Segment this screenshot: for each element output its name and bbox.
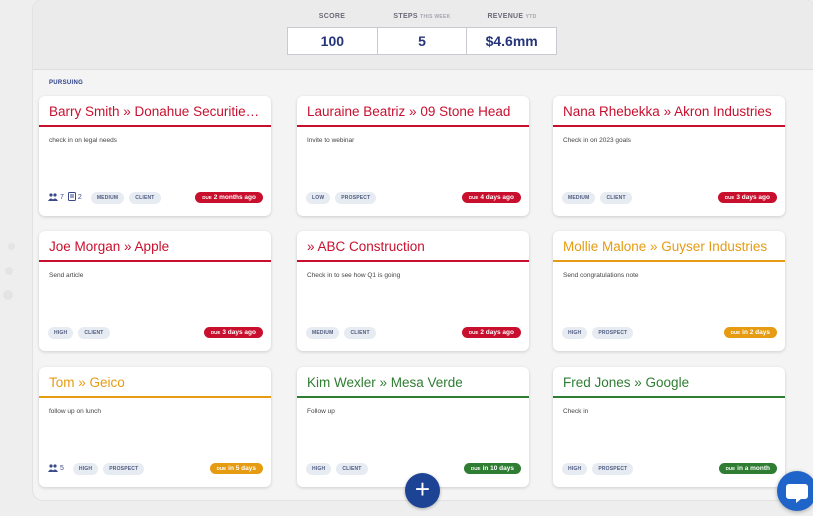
task-card[interactable]: Joe Morgan » Apple Send article HIGH CLIENT… bbox=[39, 231, 271, 351]
tag: MEDIUM bbox=[562, 191, 596, 204]
tag: CLIENT bbox=[600, 191, 632, 204]
stat-value-score[interactable]: 100 bbox=[288, 28, 377, 54]
decorative-dot bbox=[8, 243, 15, 250]
people-meta: 72 bbox=[48, 192, 86, 203]
card-note: Send article bbox=[49, 272, 84, 279]
tag: LOW bbox=[306, 191, 331, 204]
tag: PROSPECT bbox=[103, 462, 145, 475]
tag: HIGH bbox=[48, 326, 74, 339]
tag: PROSPECT bbox=[592, 326, 634, 339]
people-icon bbox=[48, 192, 58, 203]
task-card[interactable]: Lauraine Beatriz » 09 Stone Head Invite t… bbox=[297, 96, 529, 216]
card-footer: HIGH CLIENT DUE 3 days ago bbox=[48, 326, 263, 339]
task-card[interactable]: Kim Wexler » Mesa Verde Follow up HIGH CLIE… bbox=[297, 367, 529, 487]
tag: CLIENT bbox=[78, 326, 110, 339]
card-title[interactable]: Barry Smith » Donahue Securities M... bbox=[39, 96, 271, 127]
card-footer: HIGH CLIENT DUE in 10 days bbox=[306, 462, 521, 475]
task-card[interactable]: Nana Rhebekka » Akron Industries Check in… bbox=[553, 96, 785, 216]
card-note: check in on legal needs bbox=[49, 137, 117, 144]
task-card[interactable]: » ABC Construction Check in to see how Q1… bbox=[297, 231, 529, 351]
card-footer: HIGH PROSPECT DUE in 2 days bbox=[562, 326, 777, 339]
card-note: Send congratulations note bbox=[563, 272, 639, 279]
people-count: 5 bbox=[60, 465, 64, 472]
tag: HIGH bbox=[562, 462, 588, 475]
stat-value-steps[interactable]: 5 bbox=[376, 28, 467, 54]
due-badge: DUE in 10 days bbox=[464, 463, 521, 474]
due-badge: DUE in 5 days bbox=[209, 463, 263, 474]
docs-count: 2 bbox=[77, 194, 82, 201]
stat-label-score: SCORE bbox=[318, 13, 346, 20]
card-footer: LOW PROSPECT DUE 4 days ago bbox=[306, 191, 521, 204]
tag: MEDIUM bbox=[306, 326, 340, 339]
chat-bubble-icon bbox=[786, 484, 808, 503]
due-badge: DUE 3 days ago bbox=[203, 327, 263, 338]
due-badge: DUE in a month bbox=[718, 463, 777, 474]
card-title[interactable]: Tom » Geico bbox=[39, 367, 271, 398]
stats-bar: SCORE STEPS THIS WEEK REVENUE YTD 100 5 … bbox=[33, 0, 813, 70]
card-title[interactable]: » ABC Construction bbox=[297, 231, 529, 262]
stat-label-revenue: REVENUE YTD bbox=[487, 13, 537, 20]
tag: HIGH bbox=[562, 326, 588, 339]
card-note: Check in bbox=[563, 408, 589, 415]
task-card[interactable]: Barry Smith » Donahue Securities M... che… bbox=[39, 96, 271, 216]
card-note: Check in on 2023 goals bbox=[563, 137, 631, 144]
due-badge: DUE 2 days ago bbox=[461, 327, 521, 338]
card-title[interactable]: Kim Wexler » Mesa Verde bbox=[297, 367, 529, 398]
due-badge: DUE 3 days ago bbox=[717, 192, 777, 203]
tag: PROSPECT bbox=[335, 191, 377, 204]
decorative-dot bbox=[5, 267, 13, 275]
card-title[interactable]: Joe Morgan » Apple bbox=[39, 231, 271, 262]
stat-label-steps: STEPS THIS WEEK bbox=[393, 13, 451, 20]
decorative-dot bbox=[3, 290, 13, 300]
card-footer: MEDIUM CLIENT DUE 3 days ago bbox=[562, 191, 777, 204]
card-footer: HIGH PROSPECT DUE in a month bbox=[562, 462, 777, 475]
people-meta: 5 bbox=[48, 463, 68, 474]
card-title[interactable]: Fred Jones » Google bbox=[553, 367, 785, 398]
tag: CLIENT bbox=[336, 462, 368, 475]
add-task-button[interactable]: + bbox=[405, 473, 440, 508]
tag: PROSPECT bbox=[592, 462, 634, 475]
tag: HIGH bbox=[72, 462, 99, 475]
card-footer: MEDIUM CLIENT DUE 2 days ago bbox=[306, 326, 521, 339]
card-title[interactable]: Lauraine Beatriz » 09 Stone Head bbox=[297, 96, 529, 127]
card-footer: 5 HIGH PROSPECT DUE in 5 days bbox=[48, 462, 263, 475]
card-title[interactable]: Nana Rhebekka » Akron Industries bbox=[553, 96, 785, 127]
due-badge: DUE in 2 days bbox=[723, 327, 777, 338]
stats-panel: SCORE STEPS THIS WEEK REVENUE YTD 100 5 … bbox=[287, 13, 557, 55]
chat-button[interactable] bbox=[777, 471, 813, 511]
card-title[interactable]: Mollie Malone » Guyser Industries bbox=[553, 231, 785, 262]
document-icon bbox=[67, 192, 76, 203]
tag: CLIENT bbox=[129, 191, 161, 204]
task-card[interactable]: Mollie Malone » Guyser Industries Send co… bbox=[553, 231, 785, 351]
pipeline-board: SCORE STEPS THIS WEEK REVENUE YTD 100 5 … bbox=[33, 0, 813, 500]
task-card[interactable]: Tom » Geico follow up on lunch 5 HIGH PROSPE… bbox=[39, 367, 271, 487]
card-footer: 7 2 MEDIUM CLIENT DUE 2 months ago bbox=[48, 191, 263, 204]
card-note: Follow up bbox=[307, 408, 335, 415]
tag: CLIENT bbox=[344, 326, 376, 339]
section-label: PURSUING bbox=[49, 80, 84, 86]
due-badge: DUE 4 days ago bbox=[461, 192, 521, 203]
card-note: Invite to webinar bbox=[307, 137, 355, 144]
plus-icon: + bbox=[414, 474, 431, 504]
tag: HIGH bbox=[306, 462, 332, 475]
stat-value-revenue[interactable]: $4.6mm bbox=[466, 28, 556, 54]
people-icon bbox=[48, 463, 58, 474]
card-note: Check in to see how Q1 is going bbox=[307, 272, 401, 279]
due-badge: DUE 2 months ago bbox=[195, 192, 263, 203]
tag: MEDIUM bbox=[90, 191, 125, 204]
task-card[interactable]: Fred Jones » Google Check in HIGH PROSPECT D… bbox=[553, 367, 785, 487]
people-count: 7 bbox=[60, 194, 64, 201]
card-note: follow up on lunch bbox=[49, 408, 102, 415]
